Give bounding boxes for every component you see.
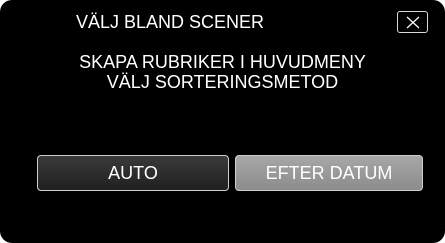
dialog-title: VÄLJ BLAND SCENER bbox=[75, 12, 265, 32]
auto-button[interactable]: AUTO bbox=[37, 155, 229, 191]
dialog-screen: VÄLJ BLAND SCENER SKAPA RUBRIKER I HUVUD… bbox=[0, 0, 445, 243]
message-line-2: VÄLJ SORTERINGSMETOD bbox=[106, 72, 339, 92]
sort-by-date-button[interactable]: EFTER DATUM bbox=[235, 155, 423, 191]
sort-by-date-button-label: EFTER DATUM bbox=[265, 162, 393, 183]
close-icon bbox=[406, 16, 420, 29]
auto-button-label: AUTO bbox=[108, 162, 158, 183]
dialog-message: SKAPA RUBRIKER I HUVUDMENY VÄLJ SORTERIN… bbox=[0, 52, 445, 92]
message-line-1: SKAPA RUBRIKER I HUVUDMENY bbox=[79, 52, 366, 72]
close-button[interactable] bbox=[397, 11, 428, 33]
